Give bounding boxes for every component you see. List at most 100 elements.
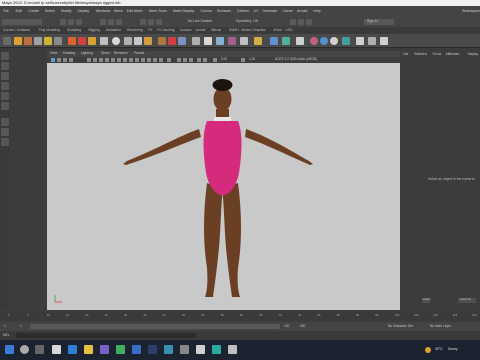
select-component-icon[interactable] — [116, 19, 122, 25]
file-explorer-icon[interactable] — [52, 345, 61, 354]
snap-point-icon[interactable] — [156, 19, 162, 25]
xray-joints-icon[interactable] — [153, 58, 157, 62]
shelf-tab-arnold[interactable]: Arnold — [196, 28, 206, 32]
folder-icon[interactable] — [84, 345, 93, 354]
channel-tab-display[interactable]: Display — [468, 52, 478, 56]
paint-icon[interactable] — [1, 72, 9, 80]
film-gate-icon[interactable] — [183, 58, 187, 62]
scale-tool-icon[interactable] — [68, 37, 76, 45]
menu-item-mesh[interactable]: Mesh — [114, 9, 123, 14]
hypershade-icon[interactable] — [320, 37, 328, 45]
aa-icon[interactable] — [129, 58, 133, 62]
shadows-icon[interactable] — [117, 58, 121, 62]
menu-item-windows[interactable]: Windows — [96, 9, 111, 14]
telegram-icon[interactable] — [132, 345, 141, 354]
backface-icon[interactable] — [159, 58, 163, 62]
gamma-field[interactable]: 1.00 — [249, 57, 255, 61]
wireframe-icon[interactable] — [93, 58, 97, 62]
chrome-icon[interactable] — [116, 345, 125, 354]
media-icon[interactable] — [180, 345, 189, 354]
symmetry-label[interactable]: Symmetry: Off — [236, 19, 258, 23]
menu-item-mesh-tools[interactable]: Mesh Tools — [149, 9, 167, 14]
workspace-label[interactable]: Workspace — [462, 9, 480, 14]
uv-editor-icon[interactable] — [282, 37, 290, 45]
task-view-icon[interactable] — [35, 345, 44, 354]
new-scene-icon[interactable] — [60, 19, 66, 25]
scale-icon[interactable] — [1, 102, 9, 110]
open-scene-icon[interactable] — [68, 19, 74, 25]
render-icon[interactable] — [290, 19, 296, 25]
light-icon[interactable] — [342, 37, 350, 45]
render-settings-icon[interactable] — [306, 19, 312, 25]
bind-skin-icon[interactable] — [100, 37, 108, 45]
playback-start[interactable]: 1 — [20, 324, 22, 328]
app-icon[interactable] — [164, 345, 173, 354]
shelf-tab-rendering[interactable]: Rendering — [127, 28, 143, 32]
xray-icon[interactable] — [147, 58, 151, 62]
maya-app-icon[interactable] — [212, 345, 221, 354]
single-view-icon[interactable] — [1, 118, 9, 126]
menu-item-edit-mesh[interactable]: Edit Mesh — [127, 9, 143, 14]
render-view-icon[interactable] — [330, 37, 338, 45]
cone-icon[interactable] — [144, 37, 152, 45]
shelf-tab-custom[interactable]: Custom — [180, 28, 192, 32]
gamma-icon[interactable] — [241, 58, 245, 62]
sphere-icon[interactable] — [112, 37, 120, 45]
viewport-menu-renderer[interactable]: Renderer — [114, 51, 128, 55]
attach-all-button[interactable]: Attach All — [458, 298, 476, 303]
shelf-tab-mash[interactable]: MASH — [229, 28, 239, 32]
safe-action-icon[interactable] — [197, 58, 201, 62]
joint-tool-icon[interactable] — [78, 37, 86, 45]
bevel-icon[interactable] — [192, 37, 200, 45]
playback-end[interactable]: 120 — [284, 324, 289, 328]
menu-item-curves[interactable]: Curves — [201, 9, 212, 14]
bridge-icon[interactable] — [204, 37, 212, 45]
shelf-tab-curves-surfaces[interactable]: Curves / Surfaces — [3, 28, 30, 32]
separate-icon[interactable] — [254, 37, 262, 45]
search-icon[interactable] — [20, 345, 29, 354]
pinned-app-icon[interactable] — [196, 345, 205, 354]
snap-grid-icon[interactable] — [140, 19, 146, 25]
combine-icon[interactable] — [240, 37, 248, 45]
menu-item-select[interactable]: Select — [45, 9, 55, 14]
resolution-gate-icon[interactable] — [189, 58, 193, 62]
outliner-icon[interactable] — [356, 37, 364, 45]
anim-layer-dropdown[interactable]: No Anim Layer — [430, 324, 451, 328]
command-input[interactable] — [16, 333, 196, 338]
camera-select-icon[interactable] — [51, 58, 55, 62]
end-time[interactable]: 200 — [300, 324, 305, 328]
store-icon[interactable] — [100, 345, 109, 354]
smooth-shade-icon[interactable] — [99, 58, 103, 62]
image-plane-icon[interactable] — [69, 58, 73, 62]
menu-item-file[interactable]: File — [3, 9, 9, 14]
shelf-tab-xgen[interactable]: XGen — [273, 28, 282, 32]
edge-icon[interactable] — [68, 345, 77, 354]
select-icon[interactable] — [1, 52, 9, 60]
menu-item-edit[interactable]: Edit — [16, 9, 22, 14]
ik-handle-icon[interactable] — [88, 37, 96, 45]
menu-item-help[interactable]: Help — [313, 9, 320, 14]
cube-icon[interactable] — [124, 37, 132, 45]
menu-item-display[interactable]: Display — [77, 9, 89, 14]
exposure-field[interactable]: 0.00 — [221, 57, 227, 61]
shelf-tab-animation[interactable]: Animation — [106, 28, 121, 32]
four-view-icon[interactable] — [1, 128, 9, 136]
rotate-icon[interactable] — [1, 92, 9, 100]
menu-item-generate[interactable]: Generate — [262, 9, 277, 14]
photos-icon[interactable] — [228, 345, 237, 354]
colorspace-dropdown[interactable]: ACES 1.0 SDR-video (sRGB) — [275, 57, 317, 61]
viewport-menu-view[interactable]: View — [50, 51, 57, 55]
node-editor-icon[interactable] — [368, 37, 376, 45]
menu-item-uv[interactable]: UV — [254, 9, 259, 14]
plane-icon[interactable] — [158, 37, 166, 45]
attach-button[interactable]: Attach — [422, 298, 430, 303]
gate-mask-icon[interactable] — [177, 58, 181, 62]
shelf-tab-motion-graphics[interactable]: Motion Graphics — [241, 28, 266, 32]
viewport-menu-shading[interactable]: Shading — [63, 51, 75, 55]
shelf-tab-usd[interactable]: USD — [285, 28, 292, 32]
steam-icon[interactable] — [148, 345, 157, 354]
select-object-icon[interactable] — [108, 19, 114, 25]
mirror-icon[interactable] — [296, 37, 304, 45]
channel-tab-selected[interactable]: Selected — [414, 52, 426, 56]
character-set-dropdown[interactable]: No Character Set — [388, 324, 413, 328]
